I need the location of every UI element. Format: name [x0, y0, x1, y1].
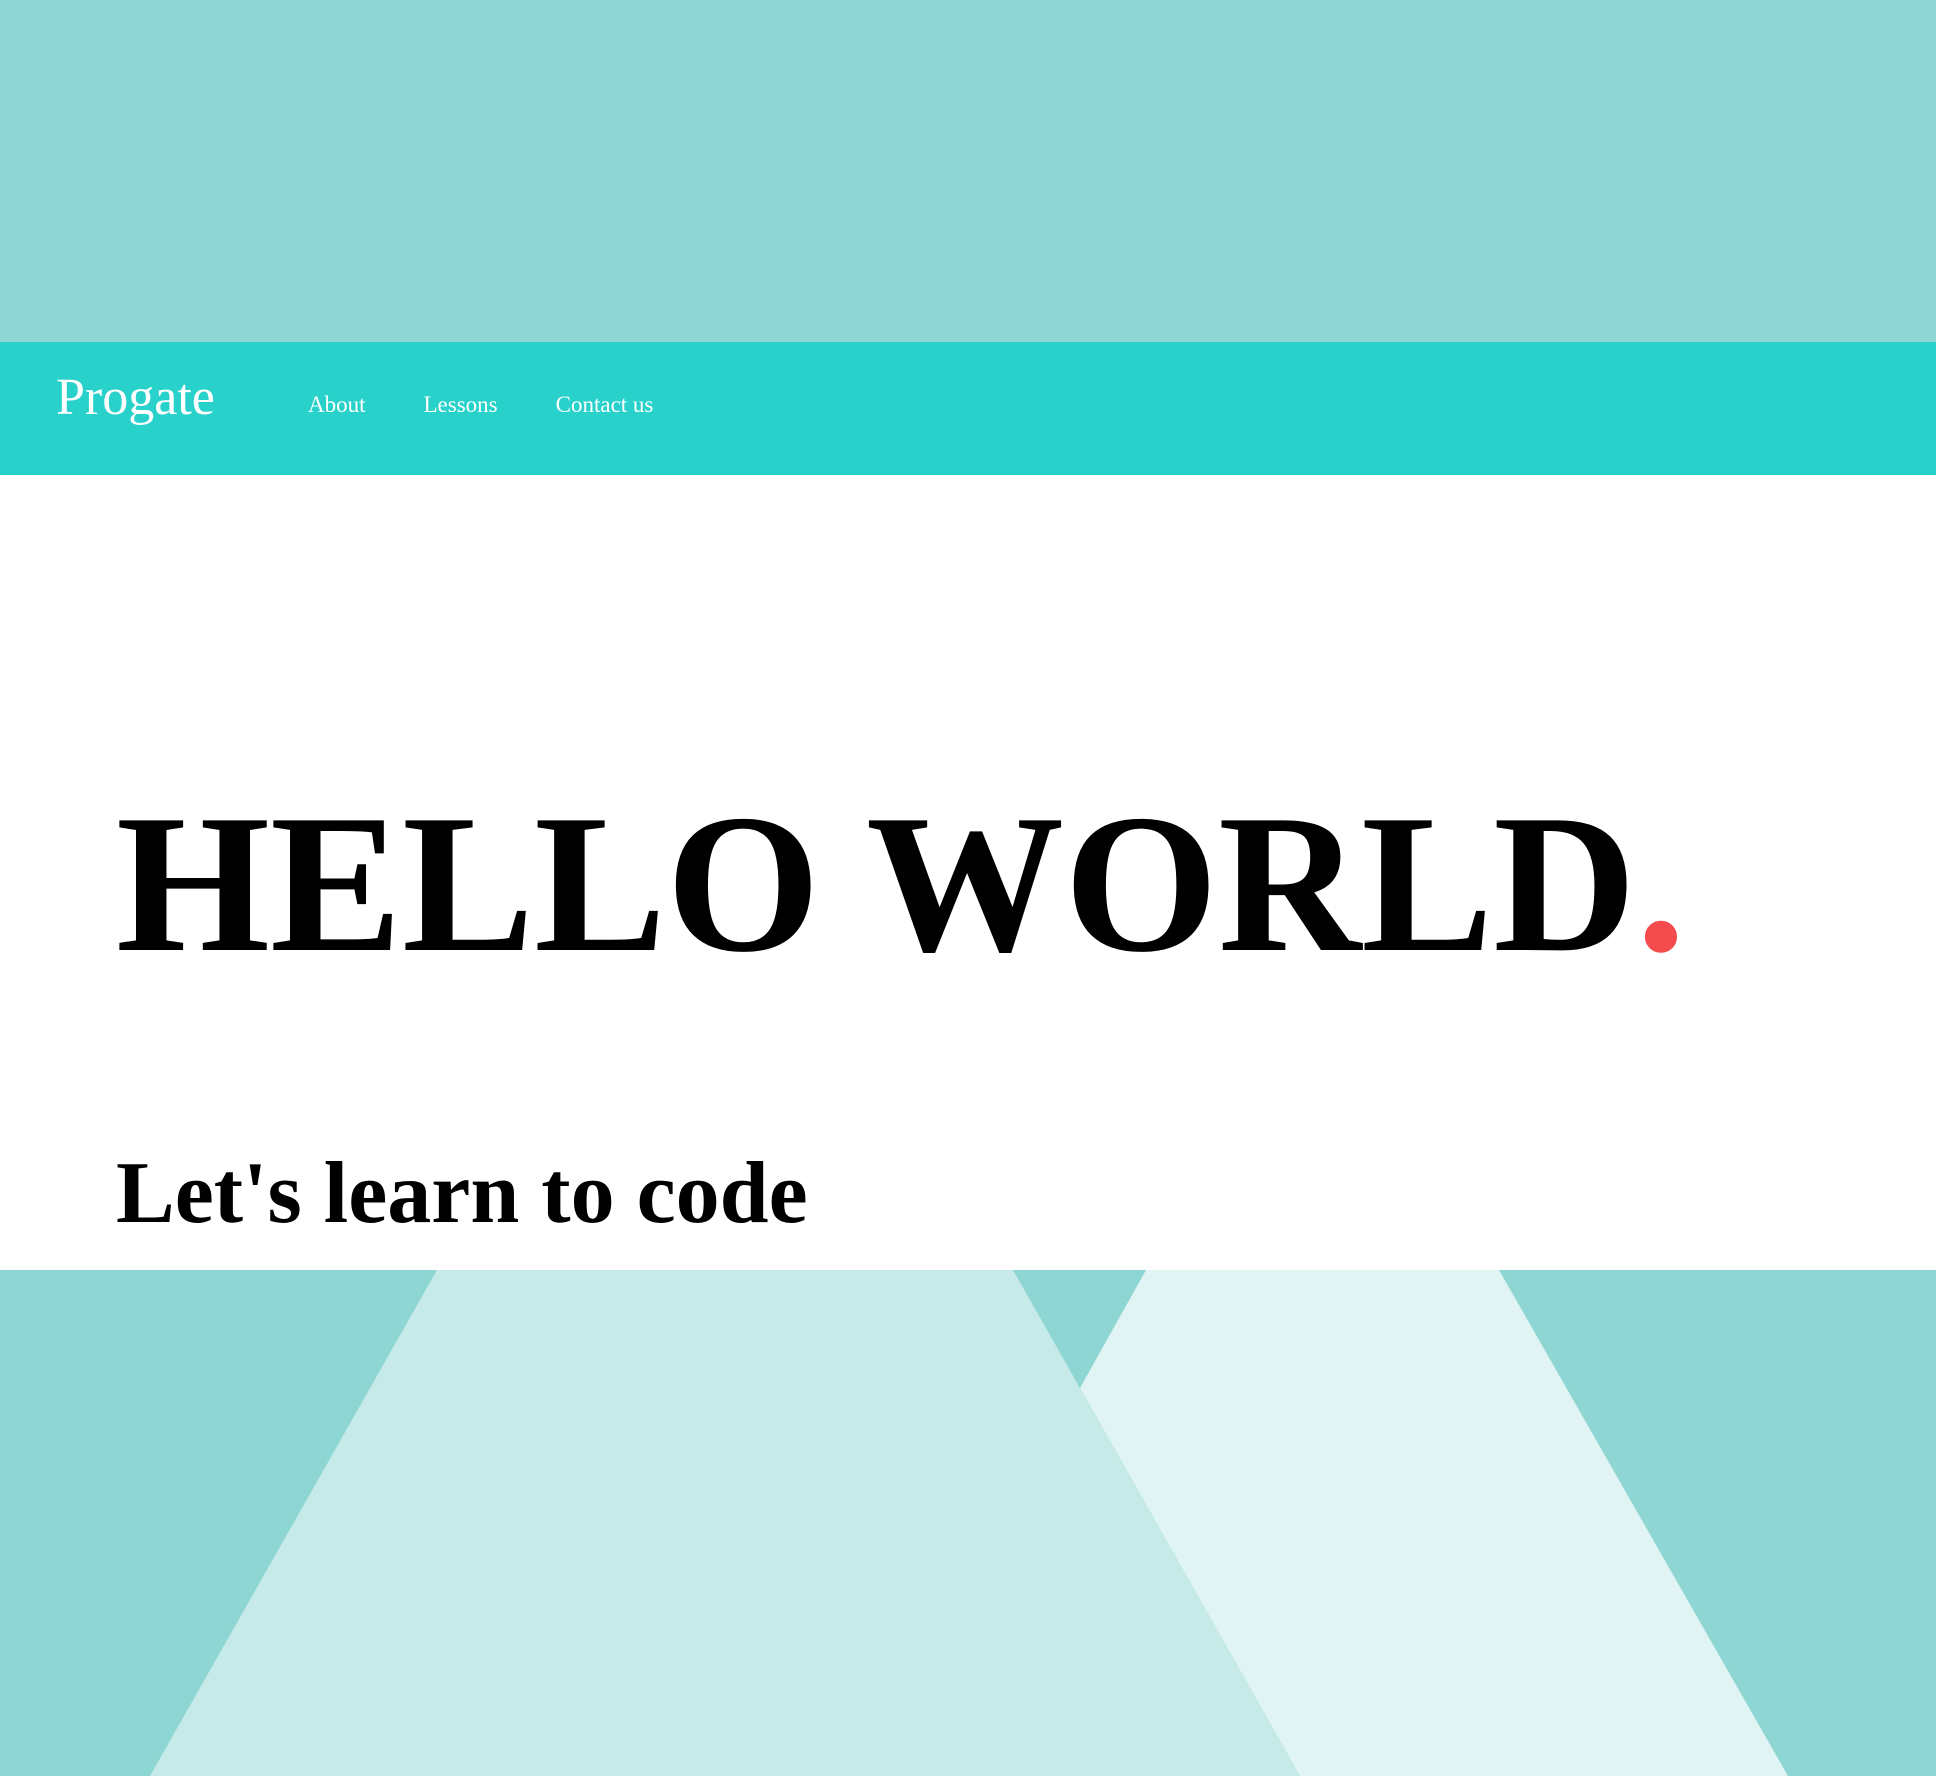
mountains-graphic — [0, 1270, 1936, 1776]
nav-links: About Lessons Contact us — [308, 393, 711, 416]
nav-link-about[interactable]: About — [308, 393, 366, 416]
top-banner — [0, 0, 1936, 342]
nav-link-contact[interactable]: Contact us — [556, 393, 654, 416]
hero-section: HELLO WORLD. Let's learn to code — [0, 475, 1936, 1270]
hero-title: HELLO WORLD. — [116, 785, 1686, 983]
hero-title-dot: . — [1636, 774, 1686, 993]
nav-link-lessons[interactable]: Lessons — [424, 393, 498, 416]
decorative-mountains — [0, 1270, 1936, 1776]
navbar: Progate About Lessons Contact us — [0, 342, 1936, 475]
hero-subtitle: Let's learn to code — [116, 1145, 808, 1242]
logo[interactable]: Progate — [56, 372, 215, 424]
hero-title-text: HELLO WORLD — [116, 774, 1637, 993]
